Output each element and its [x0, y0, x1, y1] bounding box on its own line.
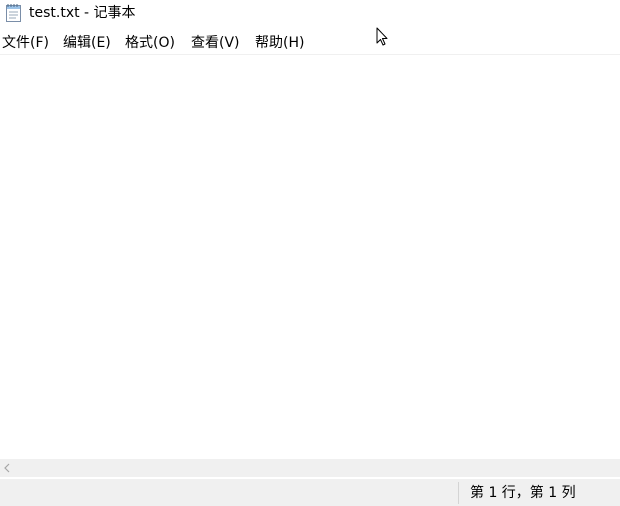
notepad-icon: [5, 3, 23, 23]
notepad-window: test.txt - 记事本 文件(F) 编辑(E) 格式(O) 查看(V) 帮…: [0, 0, 620, 506]
menu-bar: 文件(F) 编辑(E) 格式(O) 查看(V) 帮助(H): [0, 32, 620, 55]
window-title: test.txt - 记事本: [29, 5, 136, 21]
status-bar: 第 1 行，第 1 列: [0, 478, 620, 506]
chevron-left-icon[interactable]: [0, 459, 14, 477]
menu-file[interactable]: 文件(F): [2, 34, 49, 52]
mouse-pointer-icon: [376, 27, 389, 47]
menu-help[interactable]: 帮助(H): [255, 34, 304, 52]
title-bar[interactable]: test.txt - 记事本: [0, 0, 620, 28]
status-divider: [458, 482, 459, 504]
menu-edit[interactable]: 编辑(E): [63, 34, 111, 52]
scroll-right-button[interactable]: [606, 459, 620, 477]
menu-view[interactable]: 查看(V): [191, 34, 240, 52]
menu-format[interactable]: 格式(O): [125, 34, 175, 52]
horizontal-scrollbar[interactable]: [0, 459, 620, 477]
cursor-position-status: 第 1 行，第 1 列: [470, 485, 576, 501]
text-editor[interactable]: [0, 56, 620, 459]
